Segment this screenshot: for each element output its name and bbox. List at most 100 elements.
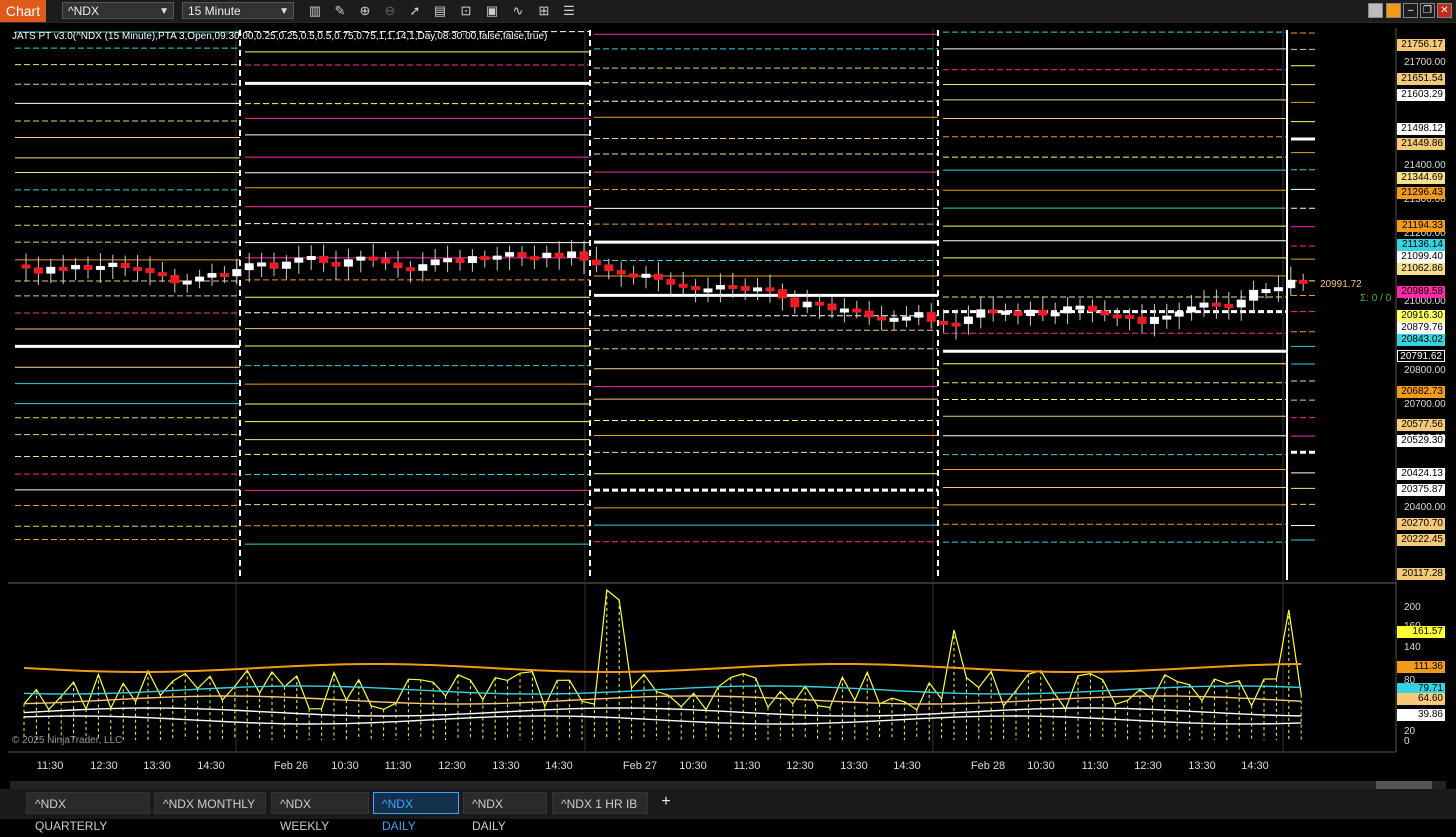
price-tick-label: 20800.00 bbox=[1404, 364, 1446, 376]
volume-level-label: 64.60 bbox=[1397, 693, 1445, 705]
chart-tab[interactable]: ^NDX MONTHLY bbox=[154, 792, 266, 814]
indicator-params-label: JATS PT v3.0(^NDX (15 Minute),PTA 3,Open… bbox=[12, 31, 548, 42]
close-icon[interactable]: ✕ bbox=[1437, 3, 1452, 18]
price-chart-canvas[interactable] bbox=[0, 23, 1456, 779]
candlestick bbox=[939, 320, 949, 325]
candlestick bbox=[1038, 309, 1048, 316]
time-axis-label: 12:30 bbox=[438, 760, 466, 772]
time-axis-label: 11:30 bbox=[36, 760, 64, 772]
restore-icon[interactable]: ❐ bbox=[1420, 3, 1435, 18]
pencil-icon[interactable]: ✎ bbox=[332, 3, 348, 19]
chart-panel[interactable] bbox=[0, 23, 1456, 779]
candlestick bbox=[715, 285, 725, 290]
interval-selector[interactable]: 15 Minute ▼ bbox=[182, 2, 294, 19]
volume-level-label: 161.57 bbox=[1397, 626, 1445, 638]
price-level-label: 20424.13 bbox=[1397, 468, 1445, 480]
time-axis-label: Feb 28 bbox=[970, 760, 1006, 772]
candlestick bbox=[381, 258, 391, 264]
candlestick bbox=[368, 256, 378, 261]
candlestick bbox=[1211, 302, 1221, 307]
volume-average-line bbox=[23, 695, 1302, 705]
candlestick bbox=[1013, 310, 1023, 317]
chevron-down-icon: ▼ bbox=[159, 6, 169, 17]
candlestick bbox=[120, 262, 130, 268]
price-level-label: 20375.87 bbox=[1397, 484, 1445, 496]
scrollbar-thumb[interactable] bbox=[1376, 781, 1432, 789]
chart-tab[interactable]: ^NDX WEEKLY bbox=[271, 792, 369, 833]
candlestick bbox=[257, 262, 267, 267]
candlestick bbox=[83, 264, 93, 270]
candlestick bbox=[405, 267, 415, 272]
chart-tab[interactable]: ^NDX DAILY bbox=[373, 792, 459, 833]
volume-average-line bbox=[23, 707, 1302, 717]
candlestick bbox=[492, 255, 502, 260]
properties-icon[interactable]: ⊡ bbox=[458, 3, 474, 19]
minimize-icon[interactable]: – bbox=[1403, 3, 1418, 18]
candlestick bbox=[1298, 279, 1308, 284]
add-tab-button[interactable]: + bbox=[654, 792, 678, 812]
candlestick bbox=[1050, 312, 1060, 317]
time-axis-label: 10:30 bbox=[1027, 760, 1055, 772]
horizontal-scrollbar[interactable] bbox=[10, 781, 1446, 789]
candlestick bbox=[951, 322, 961, 327]
candlestick bbox=[294, 257, 304, 263]
pointer-icon[interactable]: ➚ bbox=[407, 3, 423, 19]
candlestick bbox=[33, 267, 43, 274]
time-axis-label: 12:30 bbox=[90, 760, 118, 772]
indicators-icon[interactable]: ∿ bbox=[510, 3, 526, 19]
bar-type-icon[interactable]: ▥ bbox=[307, 3, 323, 19]
candlestick bbox=[1125, 314, 1135, 319]
candlestick bbox=[232, 269, 242, 277]
candlestick bbox=[616, 270, 626, 275]
time-axis-label: 13:30 bbox=[143, 760, 171, 772]
candlestick bbox=[728, 285, 738, 290]
price-level-label: 20222.45 bbox=[1397, 534, 1445, 546]
chart-tab[interactable]: ^NDX DAILY bbox=[463, 792, 547, 833]
volume-tick-label: 140 bbox=[1404, 642, 1421, 653]
chart-tab[interactable]: ^NDX QUARTERLY bbox=[26, 792, 150, 833]
candlestick bbox=[579, 251, 589, 261]
price-level-label: 21062.86 bbox=[1397, 263, 1445, 275]
price-level-label: 20843.02 bbox=[1397, 334, 1445, 346]
candlestick bbox=[455, 258, 465, 263]
candlestick bbox=[529, 256, 539, 261]
price-level-label: 21756.17 bbox=[1397, 39, 1445, 51]
time-axis-label: 11:30 bbox=[384, 760, 412, 772]
candlestick bbox=[765, 287, 775, 292]
candlestick bbox=[777, 289, 787, 299]
instrument-selector[interactable]: ^NDX ▼ bbox=[62, 2, 174, 19]
candlestick bbox=[703, 288, 713, 293]
data-box-icon[interactable]: ▤ bbox=[432, 3, 448, 19]
candlestick bbox=[418, 264, 428, 271]
price-level-label: 20117.28 bbox=[1397, 568, 1445, 580]
candlestick bbox=[815, 301, 825, 306]
candlestick bbox=[653, 273, 663, 280]
time-axis-label: 12:30 bbox=[1134, 760, 1162, 772]
price-level-label: 20577.56 bbox=[1397, 419, 1445, 431]
templates-icon[interactable]: ▣ bbox=[484, 3, 500, 19]
chart-app-badge[interactable]: Chart bbox=[0, 0, 46, 22]
price-tick-label: 21400.00 bbox=[1404, 159, 1446, 171]
zoom-in-icon[interactable]: ⊕ bbox=[357, 3, 373, 19]
list-icon[interactable]: ☰ bbox=[561, 3, 577, 19]
candlestick bbox=[914, 312, 924, 318]
candlestick bbox=[988, 309, 998, 314]
time-axis-label: 13:30 bbox=[1188, 760, 1216, 772]
candlestick bbox=[1273, 287, 1283, 292]
price-level-label: 21194.33 bbox=[1397, 220, 1445, 232]
price-tick-label: 21700.00 bbox=[1404, 57, 1446, 68]
candlestick bbox=[1001, 310, 1011, 315]
chart-tab[interactable]: ^NDX 1 HR IB bbox=[552, 792, 648, 814]
zoom-out-icon[interactable]: ⊖ bbox=[382, 3, 398, 19]
link-icon[interactable] bbox=[1386, 3, 1401, 18]
price-level-label: 21136.14 bbox=[1397, 239, 1445, 251]
candlestick bbox=[356, 256, 366, 261]
candlestick bbox=[1286, 279, 1296, 289]
window-icon[interactable] bbox=[1368, 3, 1383, 18]
strategies-icon[interactable]: ⊞ bbox=[536, 3, 552, 19]
price-level-label: 20529.30 bbox=[1397, 435, 1445, 447]
price-level-label: 21651.54 bbox=[1397, 73, 1445, 85]
candlestick bbox=[567, 251, 577, 258]
time-axis-label: 14:30 bbox=[545, 760, 573, 772]
chart-tab-bar: ^NDX QUARTERLY ^NDX MONTHLY ^NDX WEEKLY ^ND… bbox=[0, 789, 1456, 833]
